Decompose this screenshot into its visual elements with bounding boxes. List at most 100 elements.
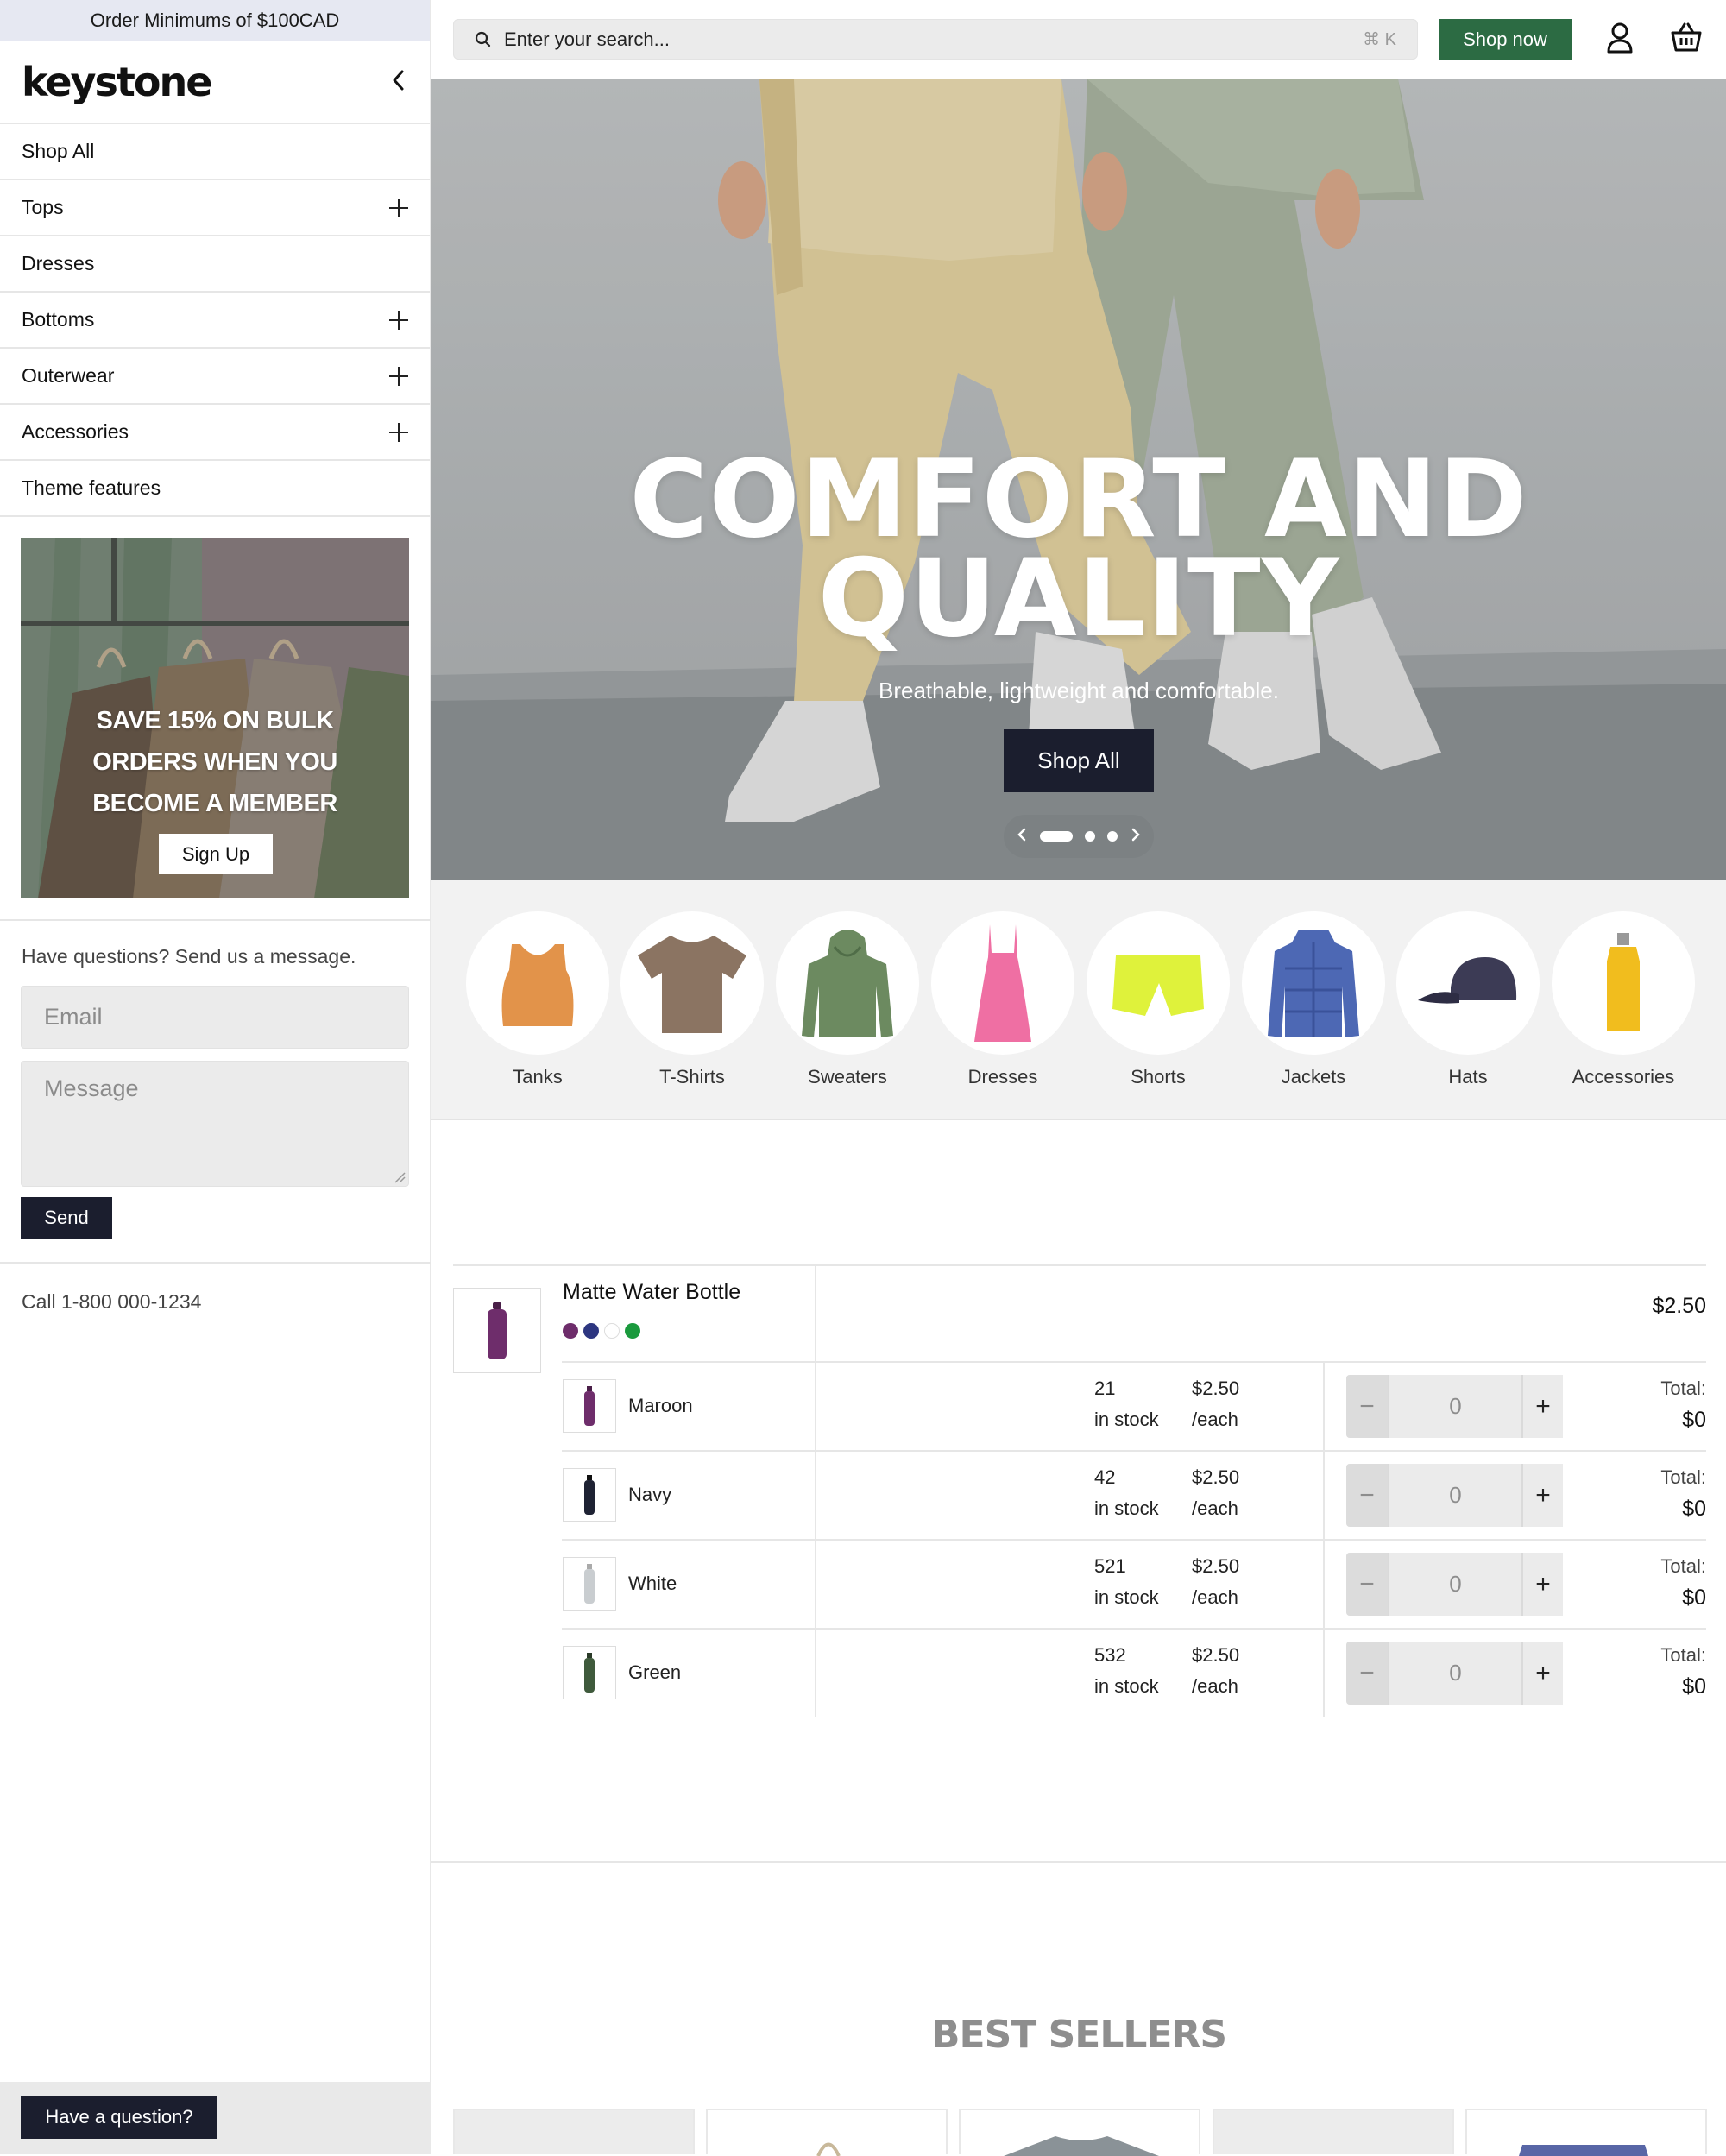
slide-dot[interactable] [1085, 831, 1095, 842]
category-label: Hats [1448, 1066, 1488, 1087]
product-thumbnail[interactable] [453, 1288, 541, 1373]
nav-item-theme-features[interactable]: Theme features [0, 461, 430, 517]
category-hats[interactable]: Hats [1396, 911, 1540, 1088]
quantity-input[interactable]: 0 [1388, 1464, 1521, 1527]
plus-icon[interactable] [389, 366, 408, 386]
email-field[interactable]: Email [21, 986, 409, 1049]
quantity-stepper[interactable]: − 0 + [1346, 1375, 1563, 1438]
product-card[interactable] [453, 2109, 695, 2154]
variant-name: Maroon [628, 1395, 693, 1416]
stock-count: 21 [1094, 1377, 1116, 1399]
nav-label: Outerwear [22, 364, 115, 387]
swatch-maroon[interactable] [563, 1323, 578, 1339]
shop-now-button[interactable]: Shop now [1439, 19, 1572, 60]
best-sellers-title: BEST SELLERS [930, 2013, 1227, 2057]
stock-count: 521 [1094, 1555, 1126, 1577]
hero-title-line: COMFORT AND [629, 438, 1528, 562]
plus-button[interactable]: + [1521, 1642, 1563, 1705]
plus-button[interactable]: + [1521, 1375, 1563, 1438]
variant-thumbnail [563, 1379, 616, 1433]
contact-title: Have questions? Send us a message. [22, 945, 356, 968]
category-dresses[interactable]: Dresses [931, 911, 1074, 1088]
divider [0, 1262, 432, 1264]
phone-text[interactable]: Call 1-800 000-1234 [22, 1290, 201, 1314]
nav-item-tops[interactable]: Tops [0, 180, 430, 236]
variant-name: White [628, 1573, 677, 1594]
divider [432, 1861, 1726, 1863]
chevron-left-icon[interactable] [1016, 827, 1028, 847]
quantity-stepper[interactable]: − 0 + [1346, 1553, 1563, 1616]
total-label: Total: [1660, 1555, 1706, 1577]
product-card[interactable] [706, 2109, 948, 2156]
category-tanks[interactable]: Tanks [466, 911, 609, 1088]
nav-item-outerwear[interactable]: Outerwear [0, 349, 430, 405]
quantity-stepper[interactable]: − 0 + [1346, 1464, 1563, 1527]
category-image [1396, 911, 1540, 1055]
quantity-stepper[interactable]: − 0 + [1346, 1642, 1563, 1705]
basket-icon[interactable] [1671, 22, 1702, 56]
promo-text: SAVE 15% ON BULK ORDERS WHEN YOU BECOME … [21, 700, 409, 824]
plus-icon[interactable] [389, 422, 408, 442]
variant-total: Total: $0 [1660, 1551, 1706, 1613]
category-t-shirts[interactable]: T-Shirts [620, 911, 764, 1088]
variant-stock: 21 in stock [1094, 1373, 1159, 1435]
product-card[interactable] [959, 2109, 1200, 2156]
nav-label: Theme features [22, 476, 161, 499]
category-label: T-Shirts [659, 1066, 725, 1087]
search-bar[interactable]: Enter your search... ⌘ K [453, 19, 1418, 60]
chevron-left-icon[interactable] [389, 68, 408, 97]
plus-icon[interactable] [389, 198, 408, 217]
plus-button[interactable]: + [1521, 1553, 1563, 1616]
quantity-input[interactable]: 0 [1388, 1553, 1521, 1616]
plus-icon[interactable] [389, 310, 408, 330]
category-label: Dresses [967, 1066, 1038, 1087]
variant-total: Total: $0 [1660, 1640, 1706, 1702]
minus-button[interactable]: − [1346, 1553, 1388, 1616]
minus-button[interactable]: − [1346, 1642, 1388, 1705]
hero-shop-all-button[interactable]: Shop All [1004, 729, 1154, 792]
category-jackets[interactable]: Jackets [1242, 911, 1385, 1088]
have-a-question-button[interactable]: Have a question? [21, 2096, 217, 2139]
slide-dot[interactable] [1107, 831, 1118, 842]
product-name[interactable]: Matte Water Bottle [563, 1280, 740, 1305]
send-button[interactable]: Send [21, 1197, 112, 1239]
unit-label: /each [1192, 1586, 1238, 1608]
logo[interactable]: keystone [22, 59, 212, 105]
product-image [816, 2142, 841, 2156]
category-shorts[interactable]: Shorts [1087, 911, 1230, 1088]
nav-label: Bottoms [22, 308, 95, 331]
variant-row: Green 532 in stock $2.50/each − 0 + Total… [453, 1630, 1706, 1717]
minus-button[interactable]: − [1346, 1464, 1388, 1527]
product-card[interactable] [1465, 2109, 1707, 2156]
search-shortcut: ⌘ K [1363, 30, 1396, 49]
chevron-right-icon[interactable] [1130, 827, 1142, 847]
category-accessories[interactable]: Accessories [1552, 911, 1695, 1088]
plus-button[interactable]: + [1521, 1464, 1563, 1527]
swatch-navy[interactable] [583, 1323, 599, 1339]
resize-handle-icon[interactable] [394, 1171, 406, 1183]
quantity-input[interactable]: 0 [1388, 1642, 1521, 1705]
swatch-green[interactable] [625, 1323, 640, 1339]
variant-thumbnail [563, 1557, 616, 1611]
user-icon[interactable] [1607, 22, 1633, 58]
search-input[interactable]: Enter your search... [504, 28, 670, 51]
category-sweaters[interactable]: Sweaters [776, 911, 919, 1088]
stock-label: in stock [1094, 1409, 1159, 1430]
nav-item-accessories[interactable]: Accessories [0, 405, 430, 461]
quantity-input[interactable]: 0 [1388, 1375, 1521, 1438]
variant-total: Total: $0 [1660, 1373, 1706, 1435]
promo-banner[interactable]: SAVE 15% ON BULK ORDERS WHEN YOU BECOME … [21, 538, 409, 898]
message-field[interactable]: Message [21, 1061, 409, 1187]
sign-up-button[interactable]: Sign Up [159, 834, 273, 874]
swatch-white[interactable] [604, 1323, 620, 1339]
slider-controls [1004, 815, 1154, 858]
total-value: $0 [1682, 1497, 1706, 1521]
nav-item-bottoms[interactable]: Bottoms [0, 293, 430, 349]
slide-dot-active[interactable] [1040, 831, 1073, 842]
divider [0, 919, 432, 921]
nav-item-shop-all[interactable]: Shop All [0, 124, 430, 180]
minus-button[interactable]: − [1346, 1375, 1388, 1438]
product-card[interactable] [1213, 2109, 1454, 2154]
variant-row: Maroon 21 in stock $2.50/each − 0 + Total… [453, 1363, 1706, 1450]
nav-item-dresses[interactable]: Dresses [0, 236, 430, 293]
